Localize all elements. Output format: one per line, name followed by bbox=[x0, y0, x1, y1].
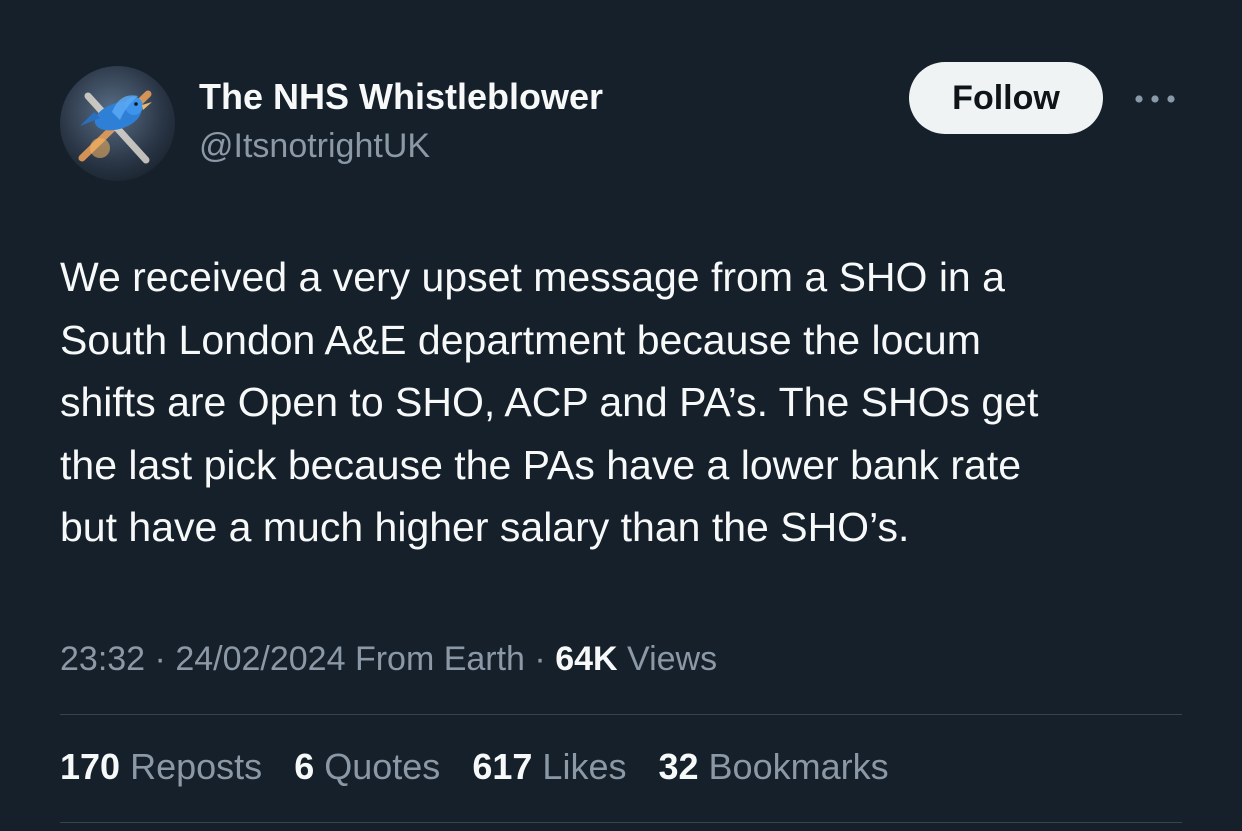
tweet-source: From Earth bbox=[354, 640, 525, 678]
avatar[interactable] bbox=[60, 66, 175, 181]
reposts-count: 170 bbox=[60, 746, 121, 787]
blue-bird-x-avatar-icon bbox=[78, 90, 152, 164]
follow-button[interactable]: Follow bbox=[909, 62, 1103, 134]
tweet-time[interactable]: 23:32 bbox=[60, 640, 145, 678]
quotes-label: Quotes bbox=[324, 746, 441, 787]
likes-count: 617 bbox=[472, 746, 533, 787]
meta-separator: · bbox=[524, 640, 556, 678]
views-label: Views bbox=[627, 640, 718, 678]
bookmarks-count: 32 bbox=[658, 746, 699, 787]
engagement-stats: 170 Reposts 6 Quotes 617 Likes 32 Bookma… bbox=[60, 744, 911, 790]
tweet-text: We received a very upset message from a … bbox=[60, 246, 1180, 559]
tweet-text-line: We received a very upset message from a … bbox=[60, 254, 1005, 300]
meta-separator: · bbox=[145, 640, 176, 678]
tweet-text-line: but have a much higher salary than the S… bbox=[60, 504, 910, 550]
tweet-text-line: South London A&E department because the … bbox=[60, 316, 981, 363]
quotes-stat[interactable]: 6 Quotes bbox=[294, 744, 440, 790]
likes-label: Likes bbox=[542, 746, 627, 787]
reposts-label: Reposts bbox=[130, 746, 263, 787]
reposts-stat[interactable]: 170 Reposts bbox=[60, 744, 262, 790]
likes-stat[interactable]: 617 Likes bbox=[472, 744, 626, 790]
author-display-name[interactable]: The NHS Whistleblower bbox=[199, 74, 603, 120]
author-handle[interactable]: @ItsnotrightUK bbox=[199, 124, 430, 168]
tweet-detail: The NHS Whistleblower @ItsnotrightUK Fol… bbox=[0, 0, 1242, 831]
more-dots-icon[interactable] bbox=[1130, 84, 1180, 114]
divider bbox=[60, 714, 1182, 715]
divider bbox=[60, 822, 1182, 823]
bookmarks-label: Bookmarks bbox=[708, 746, 889, 787]
tweet-date[interactable]: 24/02/2024 bbox=[175, 640, 345, 678]
views-count[interactable]: 64K bbox=[555, 640, 617, 678]
tweet-text-line: shifts are Open to SHO, ACP and PA’s. Th… bbox=[60, 379, 1039, 425]
tweet-text-line: the last pick because the PAs have a low… bbox=[60, 441, 1022, 488]
bookmarks-stat[interactable]: 32 Bookmarks bbox=[658, 744, 888, 790]
tweet-meta: 23:32 · 24/02/2024 From Earth · 64K View… bbox=[60, 636, 717, 682]
quotes-count: 6 bbox=[294, 746, 315, 787]
